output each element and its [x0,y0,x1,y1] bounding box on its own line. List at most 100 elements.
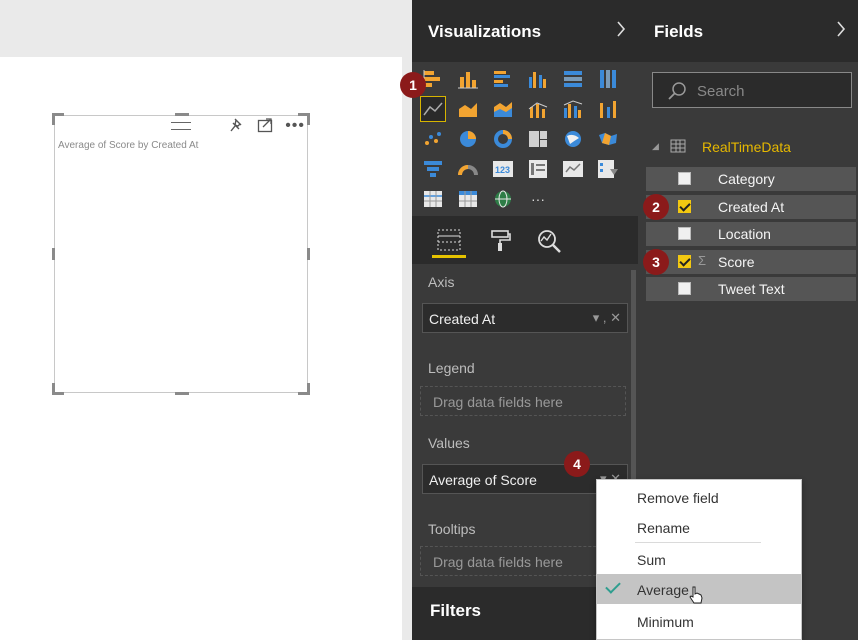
line-and-clustered-column-icon[interactable] [560,96,586,122]
fields-title: Fields [654,22,704,41]
field-label: Location [718,226,771,242]
filters-title: Filters [430,601,482,620]
field-label: Created At [718,199,785,215]
field-checkbox[interactable] [678,200,691,213]
table-name: RealTimeData [702,139,791,155]
field-item[interactable]: Σ Score [646,250,856,274]
resize-handle-tr-v[interactable] [307,113,310,125]
collapse-triangle-icon[interactable]: ◢ [652,141,659,152]
resize-handle-top[interactable] [175,113,189,116]
slicer-icon[interactable] [595,156,621,182]
field-label: Category [718,171,775,187]
funnel-icon[interactable] [420,156,446,182]
resize-handle-bottom[interactable] [175,392,189,395]
pie-chart-icon[interactable] [455,126,481,152]
focus-mode-icon[interactable] [257,117,273,136]
resize-handle-tl-v[interactable] [52,113,55,125]
line-chart-visual[interactable]: ••• Average of Score by Created At [52,113,310,395]
menu-minimum[interactable]: Minimum [597,606,801,636]
kpi-icon[interactable] [560,156,586,182]
clustered-bar-chart-icon[interactable] [490,66,516,92]
field-item[interactable]: Tweet Text [646,277,856,301]
values-label: Values [428,435,470,451]
pin-icon[interactable] [229,117,245,136]
field-checkbox[interactable] [678,172,691,185]
axis-label: Axis [428,274,455,290]
drag-grip-icon[interactable] [171,122,191,130]
svg-text:123: 123 [495,165,510,175]
field-checkbox[interactable] [678,282,691,295]
field-item[interactable]: Created At [646,195,856,219]
stacked-area-chart-icon[interactable] [490,96,516,122]
collapse-chevron-icon[interactable] [616,20,626,43]
analytics-magnifier-icon[interactable] [532,224,566,258]
more-visuals-icon[interactable]: ··· [525,186,551,212]
field-item[interactable]: Location [646,222,856,246]
field-checkbox[interactable] [678,255,691,268]
resize-handle-right[interactable] [307,248,310,260]
field-label: Tweet Text [718,281,785,297]
step-badge-3: 3 [643,249,669,275]
resize-handle-left[interactable] [52,248,55,260]
menu-sum[interactable]: Sum [597,544,801,574]
axis-field-name: Created At [429,311,496,327]
axis-field-pill[interactable]: Created At ▾ , ✕ [422,303,628,333]
map-icon[interactable] [560,126,586,152]
area-chart-icon[interactable] [455,96,481,122]
field-item[interactable]: Category [646,167,856,191]
resize-handle-bl-v[interactable] [52,383,55,395]
canvas-gutter [402,57,412,640]
menu-rename[interactable]: Rename [597,512,801,542]
legend-drag-placeholder: Drag data fields here [433,394,563,410]
resize-handle-br-v[interactable] [307,383,310,395]
donut-chart-icon[interactable] [490,126,516,152]
clustered-column-chart-icon[interactable] [525,66,551,92]
100-stacked-column-icon[interactable] [595,66,621,92]
gauge-icon[interactable] [455,156,481,182]
step-badge-1: 1 [400,72,426,98]
arcgis-globe-icon[interactable] [490,186,516,212]
menu-average[interactable]: Average [597,574,801,604]
matrix-icon[interactable] [455,186,481,212]
filled-map-icon[interactable] [595,126,621,152]
table-node[interactable]: ◢ RealTimeData [652,136,852,158]
search-icon [667,81,687,106]
field-label: Score [718,254,755,270]
visual-title: Average of Score by Created At [58,140,199,151]
treemap-icon[interactable] [525,126,551,152]
stacked-column-chart-icon[interactable] [455,66,481,92]
menu-separator [635,542,761,543]
values-field-name: Average of Score [429,472,537,488]
scatter-chart-icon[interactable] [420,126,446,152]
legend-drop-well[interactable]: Drag data fields here [420,386,626,416]
more-options-icon[interactable]: ••• [285,117,305,135]
table-icon [670,139,686,158]
menu-remove-field[interactable]: Remove field [597,482,801,512]
legend-label: Legend [428,360,475,376]
ribbon-chart-icon[interactable] [595,96,621,122]
sigma-icon: Σ [698,253,707,268]
checkmark-icon [605,578,621,594]
fields-header: Fields [638,0,858,62]
visual-toolbar: ••• [229,116,305,136]
100-stacked-bar-icon[interactable] [560,66,586,92]
visualizations-title: Visualizations [428,22,542,41]
fields-tab-icon[interactable] [432,224,466,258]
format-paint-roller-icon[interactable] [484,224,518,258]
search-placeholder: Search [697,83,745,100]
card-icon[interactable]: 123 [490,156,516,182]
step-badge-4: 4 [564,451,590,477]
step-badge-2: 2 [643,194,669,220]
line-and-stacked-column-icon[interactable] [525,96,551,122]
table-icon[interactable] [420,186,446,212]
multi-row-card-icon[interactable] [525,156,551,182]
remove-axis-field-icon[interactable]: ▾ , ✕ [593,310,621,326]
visual-tool-tabs [412,216,638,264]
canvas-top-bar [0,0,412,57]
line-chart-icon[interactable] [420,96,446,122]
field-checkbox[interactable] [678,227,691,240]
fields-search-input[interactable]: Search [652,72,852,108]
fields-collapse-chevron-icon[interactable] [836,20,846,43]
tooltips-drag-placeholder: Drag data fields here [433,554,563,570]
visualizations-header: Visualizations [412,0,638,62]
